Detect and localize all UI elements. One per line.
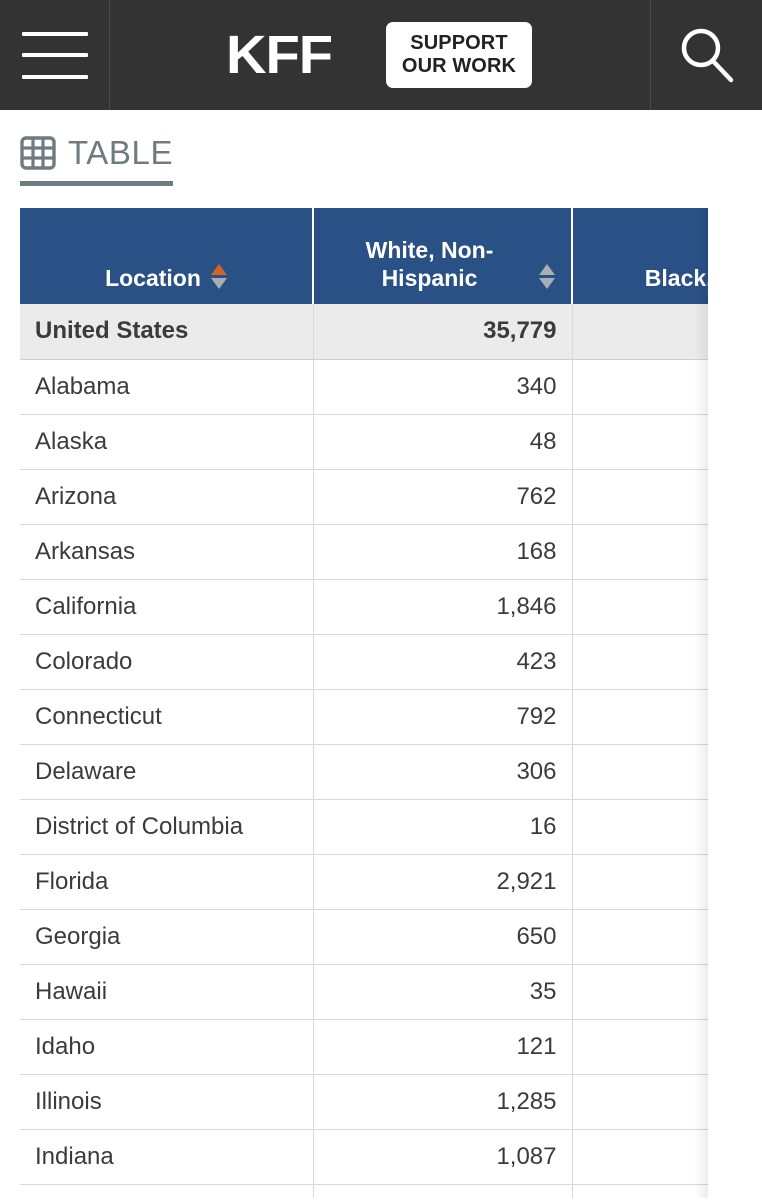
cell-location: Hawaii xyxy=(20,964,314,1020)
table-row[interactable]: Florida 2,921 xyxy=(20,854,708,910)
sort-desc-icon xyxy=(210,278,227,289)
cell-location: Arizona xyxy=(20,469,314,525)
table-body: United States 35,779 Alabama 340 Alaska 48 Ari… xyxy=(20,304,708,1198)
table-row[interactable]: Arkansas 168 xyxy=(20,524,708,580)
cell-black-non-hispanic xyxy=(572,1129,708,1185)
cell-location: Florida xyxy=(20,854,314,910)
cell-location: Alaska xyxy=(20,414,314,470)
table-row[interactable]: District of Columbia 16 xyxy=(20,799,708,855)
cell-white-non-hispanic: 16 xyxy=(313,799,573,855)
page-title: TABLE xyxy=(68,134,174,171)
table-row[interactable]: Illinois 1,285 xyxy=(20,1074,708,1130)
table-row[interactable]: Idaho 121 xyxy=(20,1019,708,1075)
support-button-line1: SUPPORT xyxy=(410,31,508,54)
cell-black-non-hispanic xyxy=(572,964,708,1020)
table-row[interactable]: California 1,846 xyxy=(20,579,708,635)
table-row[interactable]: Alaska 48 xyxy=(20,414,708,470)
cell-black-non-hispanic xyxy=(572,469,708,525)
cell-black-non-hispanic xyxy=(572,414,708,470)
table-row[interactable]: Connecticut 792 xyxy=(20,689,708,745)
cell-white-non-hispanic: 340 xyxy=(313,359,573,415)
cell-location: Alabama xyxy=(20,359,314,415)
cell-white-non-hispanic: 306 xyxy=(313,744,573,800)
search-button[interactable] xyxy=(651,0,762,110)
cell-white-non-hispanic: 121 xyxy=(313,1019,573,1075)
cell-black-non-hispanic xyxy=(572,579,708,635)
cell-location: Indiana xyxy=(20,1129,314,1185)
table-row[interactable]: Hawaii 35 xyxy=(20,964,708,1020)
cell-location: Arkansas xyxy=(20,524,314,580)
cell-white-non-hispanic: 762 xyxy=(313,469,573,525)
sort-asc-icon xyxy=(539,264,555,275)
data-table: Location White, Non-Hispanic Black, Unit… xyxy=(20,208,708,1198)
kff-logo[interactable]: KFF xyxy=(226,28,333,82)
support-button-line2: OUR WORK xyxy=(401,55,517,77)
column-header-location[interactable]: Location xyxy=(20,208,314,304)
cell-location: Connecticut xyxy=(20,689,314,745)
column-header-white-non-hispanic[interactable]: White, Non-Hispanic xyxy=(313,208,573,304)
cell-white-non-hispanic: 423 xyxy=(313,634,573,690)
cell-location: Idaho xyxy=(20,1019,314,1075)
cell-white-non-hispanic: 48 xyxy=(313,414,573,470)
cell-white-non-hispanic: 2,921 xyxy=(313,854,573,910)
cell-location: District of Columbia xyxy=(20,799,314,855)
cell-black-non-hispanic xyxy=(572,854,708,910)
cell-white-non-hispanic: 1,087 xyxy=(313,1129,573,1185)
table-row[interactable]: Alabama 340 xyxy=(20,359,708,415)
cell-black-non-hispanic xyxy=(572,799,708,855)
column-header-white-non-hispanic-label: White, Non-Hispanic xyxy=(365,236,494,291)
column-header-black-non-hispanic-label: Black, Non-Hispanic xyxy=(644,264,708,291)
search-icon xyxy=(674,22,740,88)
table-row[interactable]: Delaware 306 xyxy=(20,744,708,800)
cell-black-non-hispanic xyxy=(572,524,708,580)
table-scroll-viewport[interactable]: Location White, Non-Hispanic Black, Unit… xyxy=(20,208,708,1198)
table-row[interactable]: Arizona 762 xyxy=(20,469,708,525)
site-header: KFF SUPPORT OUR WORK xyxy=(0,0,762,110)
cell-location xyxy=(20,1184,314,1198)
sort-toggle-white-non-hispanic[interactable] xyxy=(539,264,555,292)
table-head: Location White, Non-Hispanic Black, xyxy=(20,208,708,304)
section-underline xyxy=(20,181,174,186)
table-row[interactable] xyxy=(20,1184,708,1198)
support-our-work-button[interactable]: SUPPORT OUR WORK xyxy=(385,21,533,89)
menu-button[interactable] xyxy=(0,0,110,110)
column-header-location-label: Location xyxy=(105,264,201,291)
sort-desc-icon xyxy=(539,278,555,289)
sort-toggle-location[interactable] xyxy=(210,264,227,292)
cell-black-non-hispanic xyxy=(572,1074,708,1130)
column-header-black-non-hispanic[interactable]: Black, Non-Hispanic xyxy=(572,208,708,304)
cell-black-non-hispanic xyxy=(572,359,708,415)
cell-black-non-hispanic xyxy=(572,634,708,690)
cell-location: Colorado xyxy=(20,634,314,690)
cell-location: Georgia xyxy=(20,909,314,965)
cell-white-non-hispanic: 1,285 xyxy=(313,1074,573,1130)
table-grid-icon xyxy=(20,136,56,170)
header-center: KFF SUPPORT OUR WORK xyxy=(110,0,651,110)
cell-white-non-hispanic xyxy=(313,1184,573,1198)
cell-location: Delaware xyxy=(20,744,314,800)
sort-asc-icon xyxy=(210,264,227,275)
cell-black-non-hispanic xyxy=(572,909,708,965)
cell-white-non-hispanic: 792 xyxy=(313,689,573,745)
cell-white-non-hispanic: 35 xyxy=(313,964,573,1020)
cell-white-non-hispanic: 650 xyxy=(313,909,573,965)
cell-black-non-hispanic xyxy=(572,1184,708,1198)
cell-location: California xyxy=(20,579,314,635)
cell-location: Illinois xyxy=(20,1074,314,1130)
cell-white-non-hispanic: 35,779 xyxy=(313,304,573,360)
table-section-header: TABLE xyxy=(0,110,762,186)
table-row[interactable]: Colorado 423 xyxy=(20,634,708,690)
table-header-row: Location White, Non-Hispanic Black, xyxy=(20,208,708,304)
cell-black-non-hispanic xyxy=(572,689,708,745)
table-row[interactable]: United States 35,779 xyxy=(20,304,708,360)
hamburger-menu-icon xyxy=(21,31,88,79)
cell-white-non-hispanic: 1,846 xyxy=(313,579,573,635)
cell-black-non-hispanic xyxy=(572,744,708,800)
cell-black-non-hispanic xyxy=(572,304,708,360)
cell-black-non-hispanic xyxy=(572,1019,708,1075)
cell-white-non-hispanic: 168 xyxy=(313,524,573,580)
table-row[interactable]: Indiana 1,087 xyxy=(20,1129,708,1185)
table-row[interactable]: Georgia 650 xyxy=(20,909,708,965)
cell-location: United States xyxy=(20,304,314,360)
